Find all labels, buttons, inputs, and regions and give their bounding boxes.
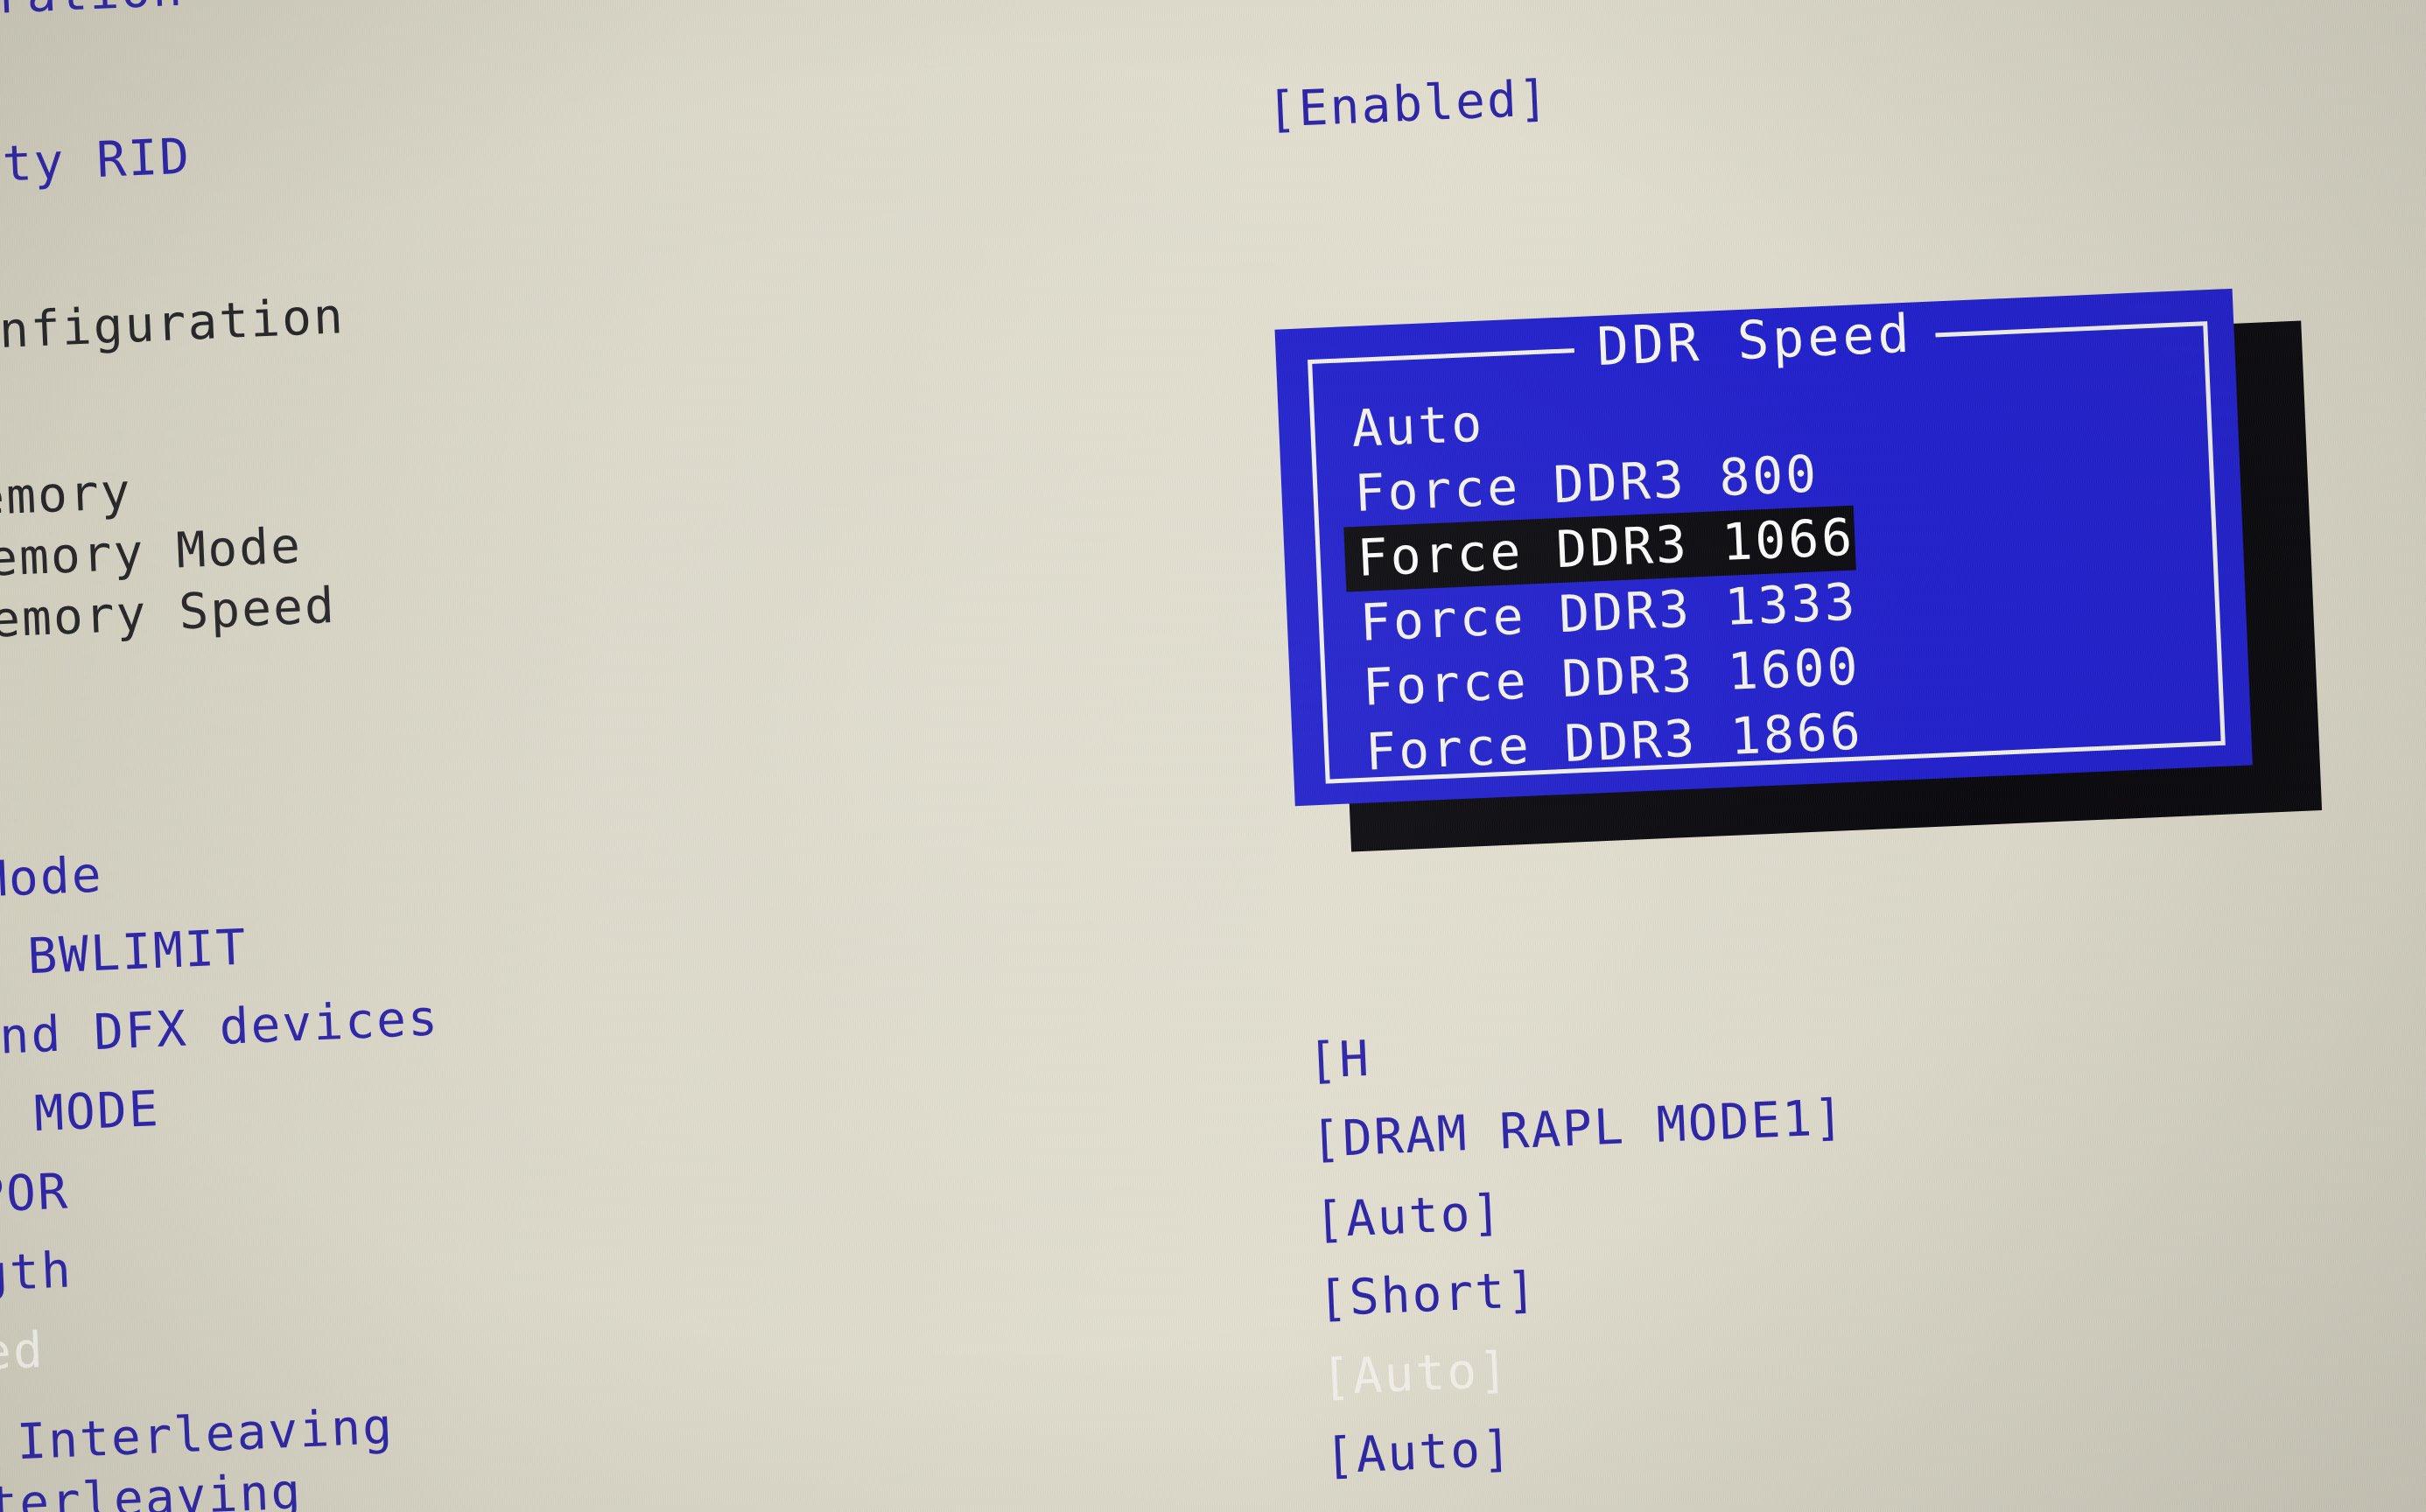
ddr-speed-dialog-frame: DDR Speed Auto Force DDR3 800 Force DDR3 1… (1308, 302, 2226, 786)
setup-item-value[interactable]: [Short] (1317, 1262, 1539, 1328)
ddr-speed-dialog[interactable]: DDR Speed Auto Force DDR3 800 Force DDR3 1… (1274, 288, 2253, 807)
setup-item-label[interactable]: APL BWLIMIT (0, 920, 249, 988)
setup-item-value[interactable]: [Auto] (1314, 1184, 1504, 1249)
setup-item-value[interactable]: [H (1307, 1031, 1372, 1090)
setup-item-label[interactable]: APL MODE (0, 1081, 161, 1148)
setup-item-value[interactable]: [Auto] (1323, 1420, 1514, 1485)
setup-item-label[interactable]: peed (0, 1322, 46, 1384)
bios-setup-screen: figurationbility RIDConfigurationMemoryt… (0, 0, 2426, 1512)
setup-item-label[interactable]: Memory (0, 464, 133, 528)
setup-item-label[interactable]: Configuration (0, 288, 346, 362)
setup-item-label[interactable]: el Interleaving (0, 1398, 395, 1472)
setup-item-label[interactable]: t Memory Mode (0, 517, 303, 589)
screen-surface: figurationbility RIDConfigurationMemoryt… (0, 0, 2426, 1512)
ddr-speed-option-list[interactable]: Auto Force DDR3 800 Force DDR3 1066 Force D… (1343, 360, 2218, 786)
setup-item-label[interactable]: e POR (0, 1164, 70, 1225)
setup-item-label[interactable]: figuration (0, 0, 185, 31)
setup-item-value[interactable]: [Enabled] (1266, 70, 1551, 139)
setup-item-label[interactable]: ength (0, 1242, 74, 1306)
setup-item-value[interactable]: [Auto] (1320, 1341, 1511, 1406)
setup-item-label-column: figurationbility RIDConfigurationMemoryt… (0, 0, 1253, 1512)
ddr-speed-dialog-title: DDR Speed (1573, 302, 1938, 380)
setup-item-label[interactable]: bility RID (0, 128, 193, 198)
setup-item-value[interactable]: [DRAM RAPL MODE1] (1310, 1089, 1847, 1169)
setup-item-label[interactable]: n and DFX devices (0, 990, 440, 1067)
setup-item-label[interactable]: t Memory Speed (0, 578, 337, 650)
setup-item-label[interactable]: Interleaving (0, 1463, 304, 1512)
setup-item-label[interactable]: Mode (0, 847, 104, 909)
